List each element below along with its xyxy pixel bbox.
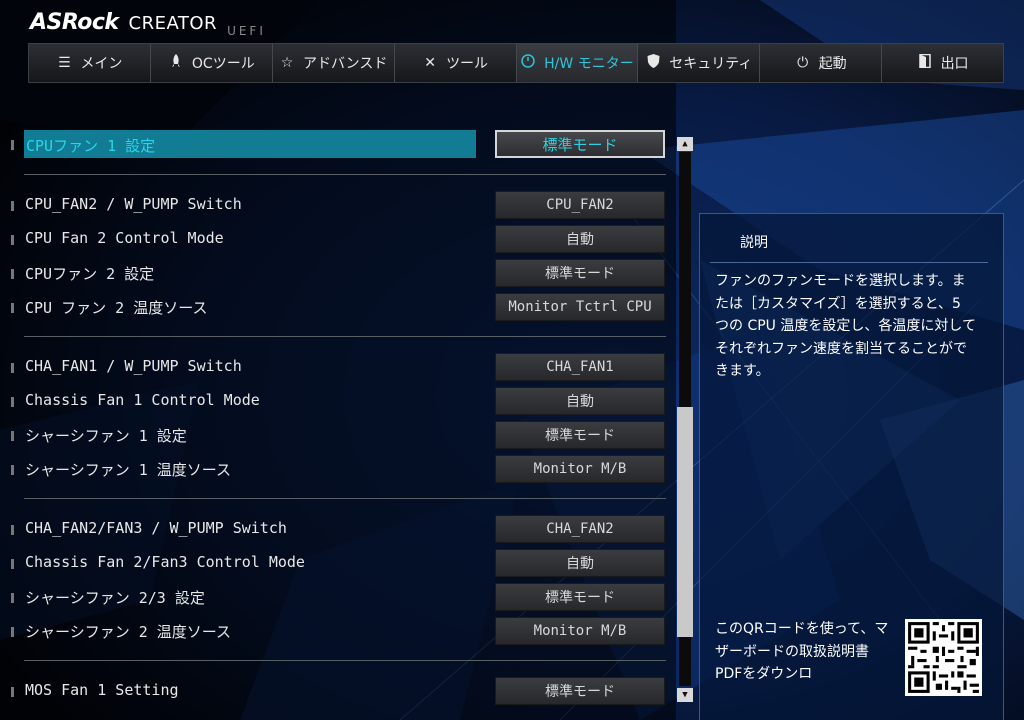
setting-row-mos-fan1-setting[interactable]: MOS Fan 1 Setting 標準モード: [0, 677, 670, 707]
setting-label: シャーシファン 2/3 設定: [25, 589, 205, 607]
row-marker: [11, 269, 14, 279]
setting-label: CPUファン 2 設定: [25, 265, 155, 283]
help-description: ファンのファンモードを選択します。または［カスタマイズ］を選択すると、5 つの …: [715, 273, 976, 379]
setting-label: CPUファン 1 設定: [26, 137, 156, 155]
section-divider: [24, 498, 666, 499]
row-marker: [11, 363, 14, 373]
power-icon: ⏻: [797, 55, 809, 71]
setting-value-dropdown[interactable]: 標準モード: [495, 677, 665, 705]
setting-label: シャーシファン 1 設定: [25, 427, 187, 445]
help-title: 説明: [740, 235, 768, 251]
qr-code-icon: [905, 619, 982, 696]
setting-value-dropdown[interactable]: 標準モード: [495, 583, 665, 611]
row-marker: [11, 465, 14, 475]
arrow-up-icon: ▲: [682, 139, 688, 149]
tab-tools[interactable]: ✕ ツール: [395, 44, 517, 82]
row-marker: [11, 140, 14, 150]
setting-value-dropdown[interactable]: CHA_FAN1: [495, 353, 665, 381]
setting-value-dropdown[interactable]: 自動: [495, 225, 665, 253]
setting-label: シャーシファン 2 温度ソース: [25, 623, 232, 641]
tab-label: H/W モニター: [544, 56, 634, 72]
setting-value-dropdown[interactable]: 自動: [495, 387, 665, 415]
setting-row-cha-fan23-setting[interactable]: シャーシファン 2/3 設定 標準モード: [0, 583, 670, 613]
row-marker: [11, 431, 14, 441]
shield-icon: [645, 54, 661, 72]
section-divider: [24, 660, 666, 661]
setting-label: CPU ファン 2 温度ソース: [25, 299, 208, 317]
setting-label: CPU_FAN2 / W_PUMP Switch: [25, 195, 242, 213]
main-tabs: ☰ メイン OCツール ☆ アドバンスド ✕ ツール H/W モニター セキュリ…: [28, 43, 1004, 83]
setting-value-dropdown[interactable]: 標準モード: [495, 130, 665, 158]
tab-hw-monitor[interactable]: H/W モニター: [516, 44, 639, 82]
tab-exit[interactable]: 出口: [882, 44, 1003, 82]
list-icon: ☰: [58, 55, 71, 71]
tab-label: 起動: [818, 56, 847, 72]
setting-row-cha-fan1-mode[interactable]: Chassis Fan 1 Control Mode 自動: [0, 387, 670, 417]
tab-label: OCツール: [191, 56, 255, 72]
row-marker: [11, 201, 14, 211]
tab-label: メイン: [80, 56, 123, 72]
setting-row-cpu-fan2-mode[interactable]: CPU Fan 2 Control Mode 自動: [0, 225, 670, 255]
row-marker: [11, 235, 14, 245]
scroll-up-button[interactable]: ▲: [677, 137, 693, 151]
scroll-down-button[interactable]: ▼: [677, 688, 693, 702]
setting-row-cpu-fan2-switch[interactable]: CPU_FAN2 / W_PUMP Switch CPU_FAN2: [0, 191, 670, 221]
row-marker: [11, 627, 14, 637]
tab-label: ツール: [446, 56, 489, 72]
row-marker: [11, 397, 14, 407]
setting-value-dropdown[interactable]: 標準モード: [495, 259, 665, 287]
setting-value-dropdown[interactable]: 自動: [495, 549, 665, 577]
brand-firmware: UEFI: [227, 24, 266, 38]
setting-row-cha-fan2-switch[interactable]: CHA_FAN2/FAN3 / W_PUMP Switch CHA_FAN2: [0, 515, 670, 545]
section-divider: [24, 336, 666, 337]
setting-label: CPU Fan 2 Control Mode: [25, 229, 224, 247]
setting-row-cha-fan1-switch[interactable]: CHA_FAN1 / W_PUMP Switch CHA_FAN1: [0, 353, 670, 383]
tools-icon: ✕: [424, 55, 436, 71]
brand-name: ASRock: [30, 10, 119, 35]
arrow-down-icon: ▼: [682, 690, 688, 700]
setting-row-cpu-fan1-setting[interactable]: CPUファン 1 設定 標準モード: [0, 126, 670, 158]
setting-row-cha-fan2-mode[interactable]: Chassis Fan 2/Fan3 Control Mode 自動: [0, 549, 670, 579]
setting-value-dropdown[interactable]: Monitor Tctrl CPU: [495, 293, 665, 321]
section-divider: [24, 174, 666, 175]
setting-label: Chassis Fan 2/Fan3 Control Mode: [25, 553, 305, 571]
setting-value-dropdown[interactable]: 標準モード: [495, 421, 665, 449]
setting-row-cpu-fan2-temp-source[interactable]: CPU ファン 2 温度ソース Monitor Tctrl CPU: [0, 293, 670, 323]
setting-value-dropdown[interactable]: CPU_FAN2: [495, 191, 665, 219]
brand-logo: ASRock CREATOR UEFI: [30, 10, 266, 40]
setting-label: シャーシファン 1 温度ソース: [25, 461, 232, 479]
tab-label: 出口: [940, 56, 969, 72]
tab-security[interactable]: セキュリティ: [638, 44, 761, 82]
setting-row-cha-fan1-setting[interactable]: シャーシファン 1 設定 標準モード: [0, 421, 670, 451]
rocket-icon: [168, 54, 184, 72]
monitor-icon: [520, 54, 536, 72]
setting-row-cha-fan1-temp-source[interactable]: シャーシファン 1 温度ソース Monitor M/B: [0, 455, 670, 485]
setting-label: CHA_FAN2/FAN3 / W_PUMP Switch: [25, 519, 287, 537]
row-marker: [11, 559, 14, 569]
tab-oc-tools[interactable]: OCツール: [151, 44, 273, 82]
row-marker: [11, 525, 14, 535]
exit-icon: [917, 53, 933, 72]
tab-boot[interactable]: ⏻ 起動: [760, 44, 883, 82]
setting-label: Chassis Fan 1 Control Mode: [25, 391, 260, 409]
scrollbar-thumb[interactable]: [677, 407, 693, 637]
star-icon: ☆: [280, 55, 294, 71]
help-divider: [710, 262, 988, 263]
row-marker: [11, 687, 14, 697]
setting-value-dropdown[interactable]: CHA_FAN2: [495, 515, 665, 543]
tab-label: セキュリティ: [669, 56, 753, 72]
brand-product: CREATOR: [128, 13, 218, 34]
row-marker: [11, 593, 14, 603]
tab-main[interactable]: ☰ メイン: [29, 44, 151, 82]
setting-value-dropdown[interactable]: Monitor M/B: [495, 617, 665, 645]
setting-row-cha-fan2-temp-source[interactable]: シャーシファン 2 温度ソース Monitor M/B: [0, 617, 670, 647]
row-marker: [11, 303, 14, 313]
setting-value-dropdown[interactable]: Monitor M/B: [495, 455, 665, 483]
setting-label: MOS Fan 1 Setting: [25, 681, 179, 699]
tab-advanced[interactable]: ☆ アドバンスド: [273, 44, 395, 82]
qr-description: このQRコードを使って、マザーボードの取扱説明書PDFをダウンロ: [715, 621, 889, 682]
setting-label: CHA_FAN1 / W_PUMP Switch: [25, 357, 242, 375]
tab-label: アドバンスド: [302, 56, 388, 72]
setting-row-cpu-fan2-setting[interactable]: CPUファン 2 設定 標準モード: [0, 259, 670, 289]
